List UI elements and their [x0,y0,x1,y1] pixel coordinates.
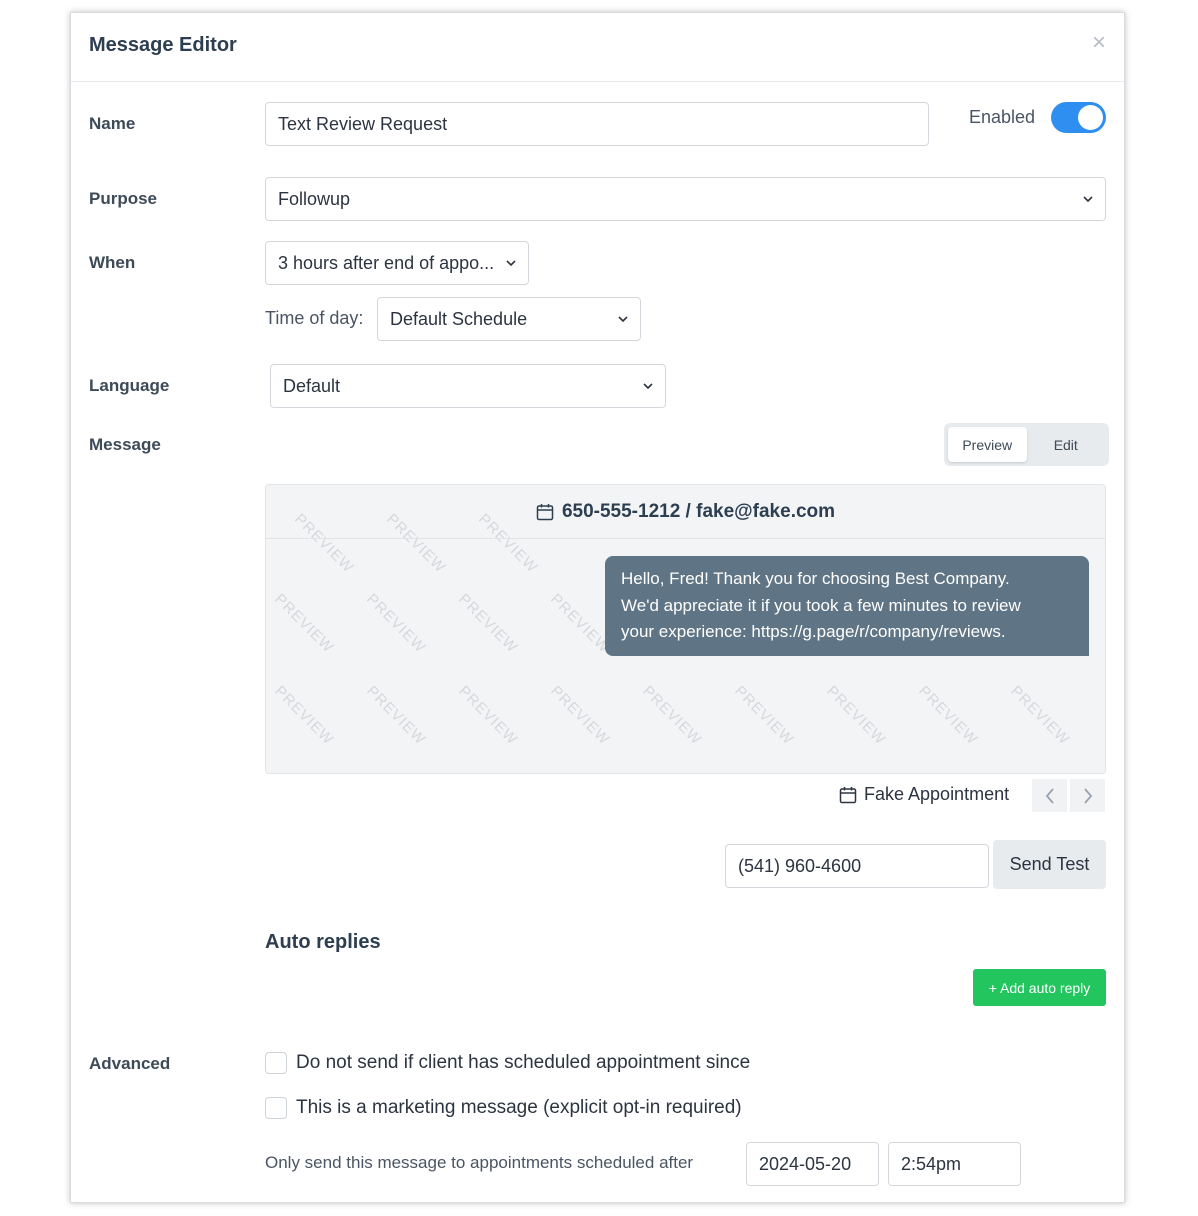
language-label: Language [89,376,170,395]
test-phone-value: (541) 960-4600 [738,855,862,876]
preview-watermark: PREVIEW [271,682,338,749]
message-editor-dialog: Message Editor × Name Text Review Reques… [70,12,1125,1203]
calendar-icon [839,786,857,803]
chevron-right-icon [1083,787,1092,804]
send-test-button[interactable]: Send Test [993,840,1106,889]
advanced-label: Advanced [89,1054,171,1073]
enabled-label: Enabled [969,107,1036,127]
when-label: When [89,253,136,272]
bubble-line: your experience: https://g.page/r/compan… [621,622,1006,641]
language-select[interactable]: Default [270,364,666,408]
add-auto-reply-button[interactable]: + Add auto reply [973,969,1106,1006]
no-send-scheduled-checkbox[interactable] [265,1052,287,1074]
auto-replies-title: Auto replies [265,931,381,953]
name-label: Name [89,114,136,133]
preview-watermark: PREVIEW [363,590,430,657]
test-phone-input[interactable]: (541) 960-4600 [725,844,989,888]
preview-watermark: PREVIEW [639,682,706,749]
preview-watermark: PREVIEW [455,682,522,749]
calendar-icon [536,503,554,520]
marketing-message-option: This is a marketing message (explicit op… [265,1097,742,1119]
no-send-scheduled-label: Do not send if client has scheduled appo… [296,1052,751,1073]
preview-watermark: PREVIEW [271,590,338,657]
chevron-down-icon [1083,196,1093,203]
preview-watermark: PREVIEW [363,682,430,749]
chevron-down-icon [643,383,653,390]
purpose-select-value: Followup [278,188,351,209]
preview-watermark: PREVIEW [455,590,522,657]
purpose-label: Purpose [89,189,158,208]
purpose-select[interactable]: Followup [265,177,1106,221]
tab-edit[interactable]: Edit [1027,427,1106,462]
scheduled-after-label: Only send this message to appointments s… [265,1153,694,1172]
next-appointment-button[interactable] [1070,779,1105,812]
preview-watermark: PREVIEW [547,590,614,657]
preview-watermark: PREVIEW [915,682,982,749]
dialog-header: Message Editor × [71,13,1124,82]
marketing-message-checkbox[interactable] [265,1097,287,1119]
fake-appointment: Fake Appointment [839,784,1009,805]
message-label: Message [89,435,161,454]
message-bubble: Hello, Fred! Thank you for choosing Best… [605,556,1089,656]
language-select-value: Default [283,375,341,396]
name-input[interactable]: Text Review Request [265,102,929,146]
chevron-down-icon [618,316,628,323]
time-of-day-value: Default Schedule [390,308,528,329]
chevron-down-icon [506,260,516,267]
close-icon[interactable]: × [1092,31,1106,55]
preview-contact-header: 650-555-1212 / fake@fake.com [266,485,1105,539]
fake-appointment-label: Fake Appointment [864,784,1010,804]
preview-contact-text: 650-555-1212 / fake@fake.com [561,500,836,522]
scheduled-after-date-input[interactable]: 2024-05-20 [746,1142,879,1186]
preview-watermark: PREVIEW [731,682,798,749]
preview-edit-toggle: Preview Edit [944,423,1109,466]
bubble-line: Hello, Fred! Thank you for choosing Best… [621,569,1010,588]
prev-appointment-button[interactable] [1032,779,1067,812]
date-value: 2024-05-20 [759,1153,852,1174]
marketing-message-label: This is a marketing message (explicit op… [296,1097,742,1118]
enabled-toggle[interactable] [1051,102,1106,133]
dialog-title: Message Editor [89,34,237,56]
bubble-line: We'd appreciate it if you took a few min… [621,595,1021,615]
tab-preview[interactable]: Preview [948,427,1027,462]
chevron-left-icon [1045,787,1054,804]
toggle-knob [1078,105,1103,130]
name-input-value: Text Review Request [278,113,448,134]
preview-watermark: PREVIEW [823,682,890,749]
no-send-scheduled-option: Do not send if client has scheduled appo… [265,1052,750,1074]
time-value: 2:54pm [901,1153,962,1174]
when-select-value: 3 hours after end of appo... [278,252,495,273]
preview-watermark: PREVIEW [547,682,614,749]
scheduled-after-time-input[interactable]: 2:54pm [888,1142,1021,1186]
time-of-day-label: Time of day: [265,308,364,328]
message-preview-panel: PREVIEW PREVIEW PREVIEW PREVIEW PREVIEW … [265,484,1106,774]
when-select[interactable]: 3 hours after end of appo... [265,241,529,285]
preview-watermark: PREVIEW [1007,682,1074,749]
time-of-day-select[interactable]: Default Schedule [377,297,641,341]
